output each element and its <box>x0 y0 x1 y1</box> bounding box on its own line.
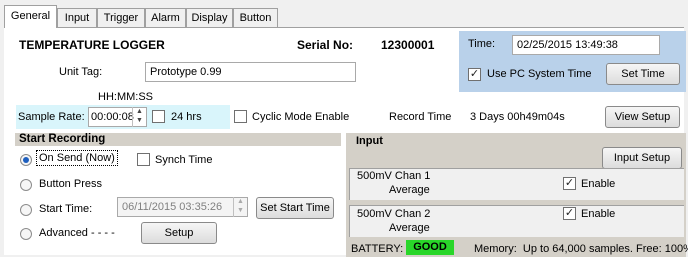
start-time-spinner[interactable]: ▲ ▼ <box>233 197 247 217</box>
cyclic-mode-checkbox[interactable] <box>234 110 247 123</box>
on-send-label: On Send (Now) <box>36 150 118 166</box>
on-send-radio[interactable] <box>20 154 32 166</box>
channel-1-mode: Average <box>389 184 430 196</box>
button-press-label: Button Press <box>39 178 102 190</box>
channel-2-enable-checkbox[interactable]: ✓ <box>563 207 576 220</box>
serial-label: Serial No: <box>297 38 354 52</box>
synch-time-checkbox[interactable] <box>137 153 150 166</box>
channel-2-mode: Average <box>389 222 430 234</box>
set-time-button[interactable]: Set Time <box>606 63 680 85</box>
sample-rate-spinner[interactable]: ▲ ▼ <box>132 107 146 127</box>
24hrs-label: 24 hrs <box>171 111 202 123</box>
unit-tag-label: Unit Tag: <box>59 66 103 78</box>
serial-value: 12300001 <box>381 38 435 52</box>
channel-1-name: 500mV Chan 1 <box>357 170 431 182</box>
sample-rate-label: Sample Rate: <box>18 111 85 123</box>
channel-1-enable-checkbox[interactable]: ✓ <box>563 177 576 190</box>
unit-tag-field[interactable]: Prototype 0.99 <box>145 62 356 82</box>
battery-label: BATTERY: <box>351 243 404 255</box>
input-setup-button[interactable]: Input Setup <box>602 147 682 169</box>
record-time-value: 3 Days 00h49m04s <box>470 111 565 123</box>
24hrs-checkbox[interactable] <box>152 110 165 123</box>
synch-time-label: Synch Time <box>155 154 213 166</box>
time-panel: Time: 02/25/2015 13:49:38 ✓ Use PC Syste… <box>459 31 686 92</box>
time-field[interactable]: 02/25/2015 13:49:38 <box>512 35 660 55</box>
tab-general[interactable]: General <box>4 5 57 28</box>
view-setup-button[interactable]: View Setup <box>605 106 680 128</box>
time-format-hint: HH:MM:SS <box>98 91 153 103</box>
battery-status-badge: GOOD <box>406 240 454 255</box>
setup-button[interactable]: Setup <box>141 222 217 244</box>
use-pc-time-checkbox[interactable]: ✓ <box>468 68 481 81</box>
use-pc-time-label: Use PC System Time <box>487 68 592 80</box>
input-section-title: Input <box>356 135 383 147</box>
tab-input[interactable]: Input <box>57 8 97 27</box>
start-time-field[interactable]: 06/11/2015 03:35:26 <box>117 197 248 217</box>
channel-2-name: 500mV Chan 2 <box>357 208 431 220</box>
logger-title: TEMPERATURE LOGGER <box>19 38 165 52</box>
start-recording-title: Start Recording <box>19 133 106 145</box>
start-time-radio[interactable] <box>20 204 32 216</box>
tab-button[interactable]: Button <box>233 8 278 27</box>
channel-1-enable-label: Enable <box>581 178 616 190</box>
advanced-radio[interactable] <box>20 228 32 240</box>
start-time-label: Start Time: <box>39 203 93 215</box>
time-label: Time: <box>468 38 496 50</box>
record-time-label: Record Time <box>389 111 452 123</box>
tab-alarm[interactable]: Alarm <box>145 8 186 27</box>
channel-2-enable-label: Enable <box>581 208 616 220</box>
tab-display[interactable]: Display <box>186 8 233 27</box>
cyclic-mode-label: Cyclic Mode Enable <box>252 111 350 123</box>
set-start-time-button[interactable]: Set Start Time <box>256 197 334 219</box>
sample-rate-value: 00:00:08 <box>91 111 134 123</box>
start-time-value: 06/11/2015 03:35:26 <box>122 201 223 213</box>
memory-status: Memory: Up to 64,000 samples. Free: 100% <box>474 243 688 255</box>
tab-trigger[interactable]: Trigger <box>97 8 145 27</box>
advanced-label: Advanced - - - - <box>39 227 115 239</box>
button-press-radio[interactable] <box>20 179 32 191</box>
